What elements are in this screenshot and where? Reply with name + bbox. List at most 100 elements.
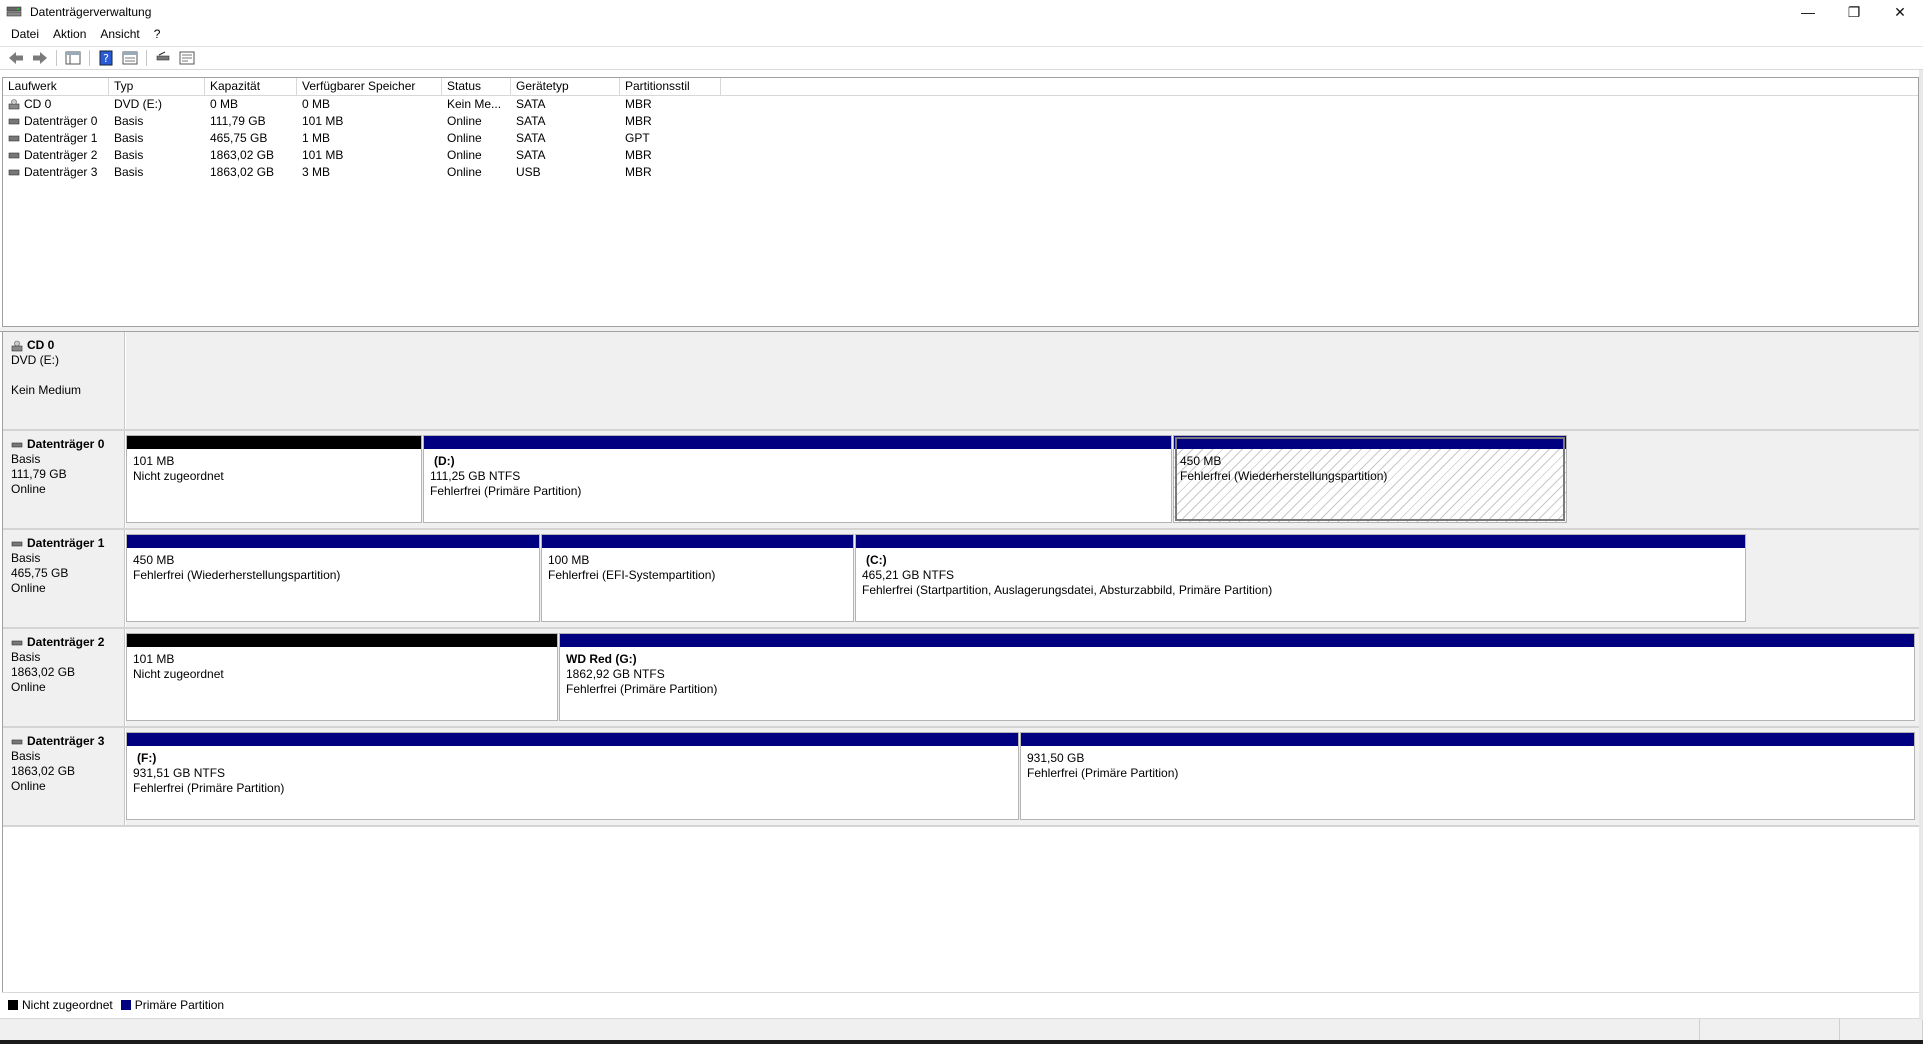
title-bar: Datenträgerverwaltung — ❐ ✕	[0, 0, 1923, 24]
partition-bar	[542, 535, 853, 548]
disk-size: 111,79 GB	[11, 467, 67, 481]
properties-button[interactable]	[118, 47, 142, 69]
vertical-scrollbar[interactable]	[1919, 70, 1923, 1020]
column-header-laufwerk[interactable]: Laufwerk	[3, 78, 109, 96]
partition-c[interactable]: (C:) 465,21 GB NTFS Fehlerfrei (Startpar…	[855, 534, 1746, 622]
partition-bar	[127, 634, 557, 647]
disk-label-1[interactable]: Datenträger 1 Basis 465,75 GB Online	[3, 530, 125, 627]
toolbar-separator	[146, 50, 147, 66]
column-header-kapazitaet[interactable]: Kapazität	[205, 78, 297, 96]
partition-size: 1862,92 GB NTFS	[566, 667, 665, 681]
table-row[interactable]: Datenträger 2 Basis 1863,02 GB 101 MB On…	[3, 147, 1918, 164]
disk-status: Online	[11, 779, 46, 793]
restore-button[interactable]: ❐	[1831, 0, 1877, 24]
partition-size: 101 MB	[133, 652, 175, 666]
row-frei: 0 MB	[302, 97, 331, 111]
row-frei: 3 MB	[302, 165, 331, 179]
partition-recovery[interactable]: 450 MB Fehlerfrei (Wiederherstellungspar…	[126, 534, 540, 622]
partition-size: 111,25 GB NTFS	[430, 469, 521, 483]
rescan-button[interactable]	[151, 47, 175, 69]
menu-bar: Datei Aktion Ansicht ?	[0, 24, 1923, 44]
forward-button[interactable]	[28, 47, 52, 69]
partition-size: 100 MB	[548, 553, 590, 567]
row-stil: MBR	[625, 165, 652, 179]
disk-name: Datenträger 2	[27, 635, 105, 649]
row-name: Datenträger 1	[24, 131, 98, 145]
disk-label-2[interactable]: Datenträger 2 Basis 1863,02 GB Online	[3, 629, 125, 726]
column-header-status[interactable]: Status	[442, 78, 511, 96]
row-geraetetyp: USB	[516, 165, 541, 179]
disk-area-2: 101 MB Nicht zugeordnet WD Red (G:) 1862…	[126, 629, 1920, 726]
disk-icon	[11, 739, 23, 744]
partition-status: Fehlerfrei (Wiederherstellungspartition)	[133, 568, 341, 582]
disk-size	[11, 368, 124, 383]
row-name: CD 0	[24, 97, 52, 111]
help-button[interactable]: ?	[94, 47, 118, 69]
row-geraetetyp: SATA	[516, 97, 546, 111]
partition-title: (C:)	[866, 553, 887, 567]
row-typ: Basis	[114, 148, 144, 162]
partition-status: Fehlerfrei (EFI-Systempartition)	[548, 568, 716, 582]
legend: Nicht zugeordnet Primäre Partition	[2, 992, 1919, 1016]
partition-unlabeled[interactable]: 931,50 GB Fehlerfrei (Primäre Partition)	[1020, 732, 1915, 820]
row-frei: 1 MB	[302, 131, 331, 145]
status-segment	[1700, 1019, 1840, 1041]
disk-icon	[8, 153, 20, 159]
disk-type: Basis	[11, 551, 41, 565]
partition-unallocated[interactable]: 101 MB Nicht zugeordnet	[126, 633, 558, 721]
disk-status: Online	[11, 581, 46, 595]
disk-icon	[8, 170, 20, 176]
partition-size: 450 MB	[1180, 454, 1222, 468]
column-header-typ[interactable]: Typ	[109, 78, 205, 96]
disk-label-cd0[interactable]: CD 0 DVD (E:) Kein Medium	[3, 332, 125, 429]
console-view-icon	[65, 51, 81, 65]
partition-status: Nicht zugeordnet	[133, 667, 224, 681]
cd-drive-icon	[8, 99, 20, 110]
column-header-geraetetyp[interactable]: Gerätetyp	[511, 78, 620, 96]
toolbar-separator	[89, 50, 90, 66]
row-status: Kein Me...	[447, 97, 502, 111]
partition-efi[interactable]: 100 MB Fehlerfrei (EFI-Systempartition)	[541, 534, 854, 622]
legend-label-primary: Primäre Partition	[134, 997, 225, 1012]
minimize-button[interactable]: —	[1785, 0, 1831, 24]
disk-name: Datenträger 1	[27, 536, 105, 550]
partition-bar	[856, 535, 1745, 548]
partition-status: Fehlerfrei (Primäre Partition)	[566, 682, 718, 696]
disk-row-cd0: CD 0 DVD (E:) Kein Medium	[3, 332, 1920, 431]
back-button[interactable]	[4, 47, 28, 69]
table-row[interactable]: CD 0 DVD (E:) 0 MB 0 MB Kein Me... SATA …	[3, 96, 1918, 113]
close-button[interactable]: ✕	[1877, 0, 1923, 24]
back-arrow-icon	[9, 52, 23, 64]
partition-title: (D:)	[434, 454, 455, 468]
partition-status: Fehlerfrei (Primäre Partition)	[430, 484, 582, 498]
disk-label-0[interactable]: Datenträger 0 Basis 111,79 GB Online	[3, 431, 125, 528]
menu-aktion[interactable]: Aktion	[46, 27, 93, 41]
row-typ: Basis	[114, 114, 144, 128]
column-header-verfuegbar[interactable]: Verfügbarer Speicher	[297, 78, 442, 96]
partition-title: WD Red (G:)	[566, 652, 637, 666]
partition-d[interactable]: (D:) 111,25 GB NTFS Fehlerfrei (Primäre …	[423, 435, 1172, 523]
help-icon: ?	[99, 50, 113, 66]
settings-view-button[interactable]	[175, 47, 199, 69]
window-title: Datenträgerverwaltung	[30, 5, 152, 19]
column-header-partitionsstil[interactable]: Partitionsstil	[620, 78, 721, 96]
menu-ansicht[interactable]: Ansicht	[93, 27, 146, 41]
disk-label-3[interactable]: Datenträger 3 Basis 1863,02 GB Online	[3, 728, 125, 825]
disk-type: Basis	[11, 749, 41, 763]
row-geraetetyp: SATA	[516, 148, 546, 162]
partition-f[interactable]: (F:) 931,51 GB NTFS Fehlerfrei (Primäre …	[126, 732, 1019, 820]
row-frei: 101 MB	[302, 114, 344, 128]
svg-text:?: ?	[103, 52, 109, 65]
menu-datei[interactable]: Datei	[4, 27, 46, 41]
partition-recovery[interactable]: 450 MB Fehlerfrei (Wiederherstellungspar…	[1173, 435, 1567, 523]
table-row[interactable]: Datenträger 0 Basis 111,79 GB 101 MB Onl…	[3, 113, 1918, 130]
table-row[interactable]: Datenträger 3 Basis 1863,02 GB 3 MB Onli…	[3, 164, 1918, 181]
partition-g[interactable]: WD Red (G:) 1862,92 GB NTFS Fehlerfrei (…	[559, 633, 1915, 721]
console-tree-button[interactable]	[61, 47, 85, 69]
table-row[interactable]: Datenträger 1 Basis 465,75 GB 1 MB Onlin…	[3, 130, 1918, 147]
partition-unallocated[interactable]: 101 MB Nicht zugeordnet	[126, 435, 422, 523]
row-name: Datenträger 3	[24, 165, 98, 179]
partition-bar	[560, 634, 1914, 647]
menu-help[interactable]: ?	[147, 27, 168, 41]
volume-list-view[interactable]: Laufwerk Typ Kapazität Verfügbarer Speic…	[2, 77, 1919, 327]
